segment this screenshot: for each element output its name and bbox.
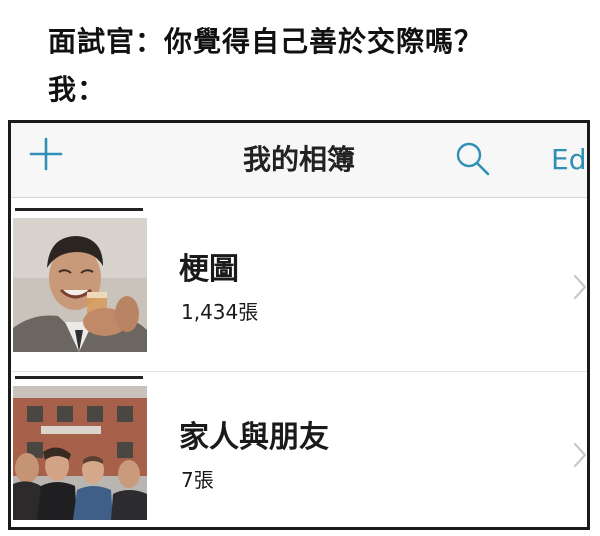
chevron-right-icon (573, 274, 587, 300)
album-title: 梗圖 (179, 252, 239, 287)
album-title: 家人與朋友 (179, 420, 329, 455)
navigation-bar: 我的相簿 Edi (11, 123, 587, 198)
thumbnail-stack-edge (15, 376, 143, 379)
album-photo-count: 7張 (181, 468, 214, 492)
album-thumbnail-laughing-man (13, 218, 147, 352)
album-photo-count: 1,434張 (181, 300, 259, 324)
caption-question: 面試官：你覺得自己善於交際嗎？ (48, 25, 484, 58)
caption-answer-label: 我： (48, 73, 107, 106)
thumbnail-stack-edge (15, 208, 143, 211)
add-album-plus-icon[interactable] (29, 137, 63, 171)
page-title: 我的相簿 (242, 143, 355, 176)
album-thumbnail-group-photo (13, 386, 147, 520)
search-icon[interactable] (453, 139, 493, 179)
edit-button[interactable]: Edi (551, 143, 587, 177)
album-row-family-and-friends[interactable]: 家人與朋友 7張 (11, 376, 587, 527)
photos-app-screen: 我的相簿 Edi 梗圖 1,434張 家人與朋友 7張 (8, 120, 590, 530)
chevron-right-icon (573, 442, 587, 468)
album-row-memes[interactable]: 梗圖 1,434張 (11, 208, 587, 370)
row-divider (11, 371, 587, 372)
